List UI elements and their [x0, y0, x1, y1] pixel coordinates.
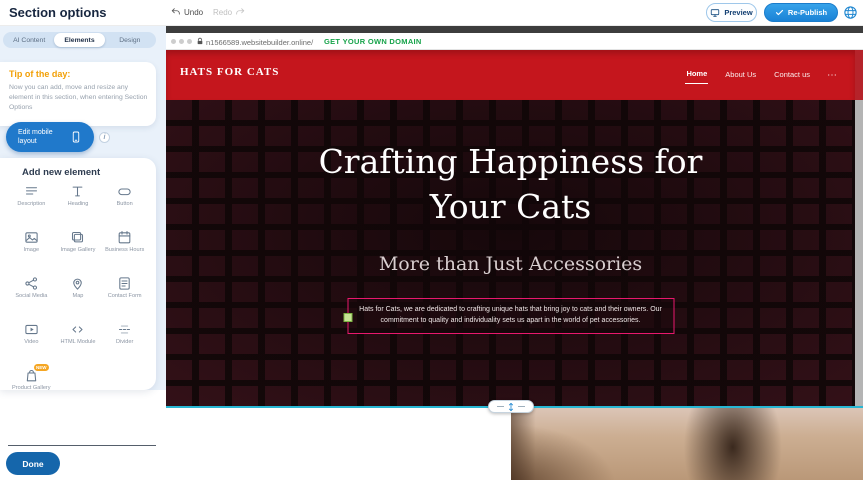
element-image[interactable]: Image: [8, 230, 55, 267]
nav-contact-us[interactable]: Contact us: [773, 67, 811, 84]
element-image-gallery[interactable]: Image Gallery: [55, 230, 102, 267]
preview-top-strip: [166, 26, 863, 33]
code-icon: [70, 322, 85, 337]
element-button[interactable]: Button: [101, 184, 148, 221]
hero-body-text: Hats for Cats, we are dedicated to craft…: [359, 306, 662, 324]
nav-more-button[interactable]: ⋯: [827, 70, 837, 81]
button-icon: [117, 184, 132, 199]
get-domain-link[interactable]: GET YOUR OWN DOMAIN: [324, 37, 422, 46]
business-hours-icon: [117, 230, 132, 245]
undo-button[interactable]: Undo: [171, 7, 203, 17]
preview-area: n1566589.websitebuilder.online/ GET YOUR…: [166, 26, 863, 480]
globe-icon[interactable]: [843, 5, 858, 20]
add-element-title: Add new element: [22, 167, 100, 178]
element-html-module[interactable]: HTML Module: [55, 322, 102, 359]
scrollbar-thumb[interactable]: [855, 50, 863, 100]
element-resize-handle[interactable]: [343, 313, 352, 322]
element-business-hours[interactable]: Business Hours: [101, 230, 148, 267]
description-icon: [24, 184, 39, 199]
undo-label: Undo: [184, 8, 203, 17]
edit-mobile-label: Edit mobile layout: [18, 128, 64, 146]
page-title: Section options: [9, 5, 107, 20]
sidebar: AI Content Elements Design Tip of the da…: [0, 26, 166, 480]
phone-icon: [70, 129, 82, 145]
edit-mobile-layout-button[interactable]: Edit mobile layout: [6, 122, 94, 152]
sidebar-tabs: AI Content Elements Design: [3, 32, 156, 48]
element-grid: Description Heading Button Image Image G…: [8, 184, 148, 405]
lock-icon: [196, 37, 204, 46]
site-preview: HATS FOR CATS Home About Us Contact us ⋯…: [166, 50, 855, 406]
nav-home[interactable]: Home: [685, 66, 708, 84]
contact-form-icon: [117, 276, 132, 291]
info-icon[interactable]: i: [99, 132, 110, 143]
site-nav: Home About Us Contact us ⋯: [685, 50, 837, 100]
up-down-arrows-icon: [507, 402, 515, 412]
cat-photo: [511, 407, 863, 480]
check-icon: [775, 8, 784, 17]
hero-headline[interactable]: Crafting Happiness for Your Cats: [311, 140, 711, 229]
preview-scrollbar[interactable]: [855, 50, 863, 406]
social-media-icon: [24, 276, 39, 291]
video-icon: [24, 322, 39, 337]
hero-subtitle[interactable]: More than Just Accessories: [311, 253, 711, 275]
new-badge: NEW: [34, 364, 49, 371]
dash: [497, 406, 504, 407]
image-gallery-icon: [70, 230, 85, 245]
site-logo[interactable]: HATS FOR CATS: [180, 66, 279, 78]
section-resize-handle[interactable]: [488, 400, 534, 413]
hero-text-box[interactable]: Hats for Cats, we are dedicated to craft…: [347, 298, 674, 334]
undo-icon: [171, 7, 181, 17]
sidebar-divider: [8, 445, 156, 446]
top-bar: Section options Undo Redo Preview Re-Pub…: [0, 0, 863, 26]
site-url: n1566589.websitebuilder.online/: [206, 38, 313, 47]
redo-icon: [235, 7, 245, 17]
element-social-media[interactable]: Social Media: [8, 276, 55, 313]
preview-button[interactable]: Preview: [706, 3, 757, 22]
add-element-panel: Add new element Description Heading Butt…: [0, 158, 156, 390]
heading-icon: [70, 184, 85, 199]
browser-dot: [171, 39, 176, 44]
preview-label: Preview: [724, 8, 752, 17]
tab-design[interactable]: Design: [105, 33, 155, 47]
divider-icon: [117, 322, 132, 337]
monitor-icon: [710, 8, 720, 18]
tip-body: Now you can add, move and resize any ele…: [9, 83, 149, 114]
republish-label: Re-Publish: [788, 8, 827, 17]
tip-of-the-day-card: Tip of the day: Now you can add, move an…: [0, 62, 156, 126]
element-description[interactable]: Description: [8, 184, 55, 221]
next-section: [166, 407, 863, 480]
map-pin-icon: [70, 276, 85, 291]
browser-dot: [187, 39, 192, 44]
element-product-gallery[interactable]: NEW Product Gallery: [8, 368, 55, 405]
republish-button[interactable]: Re-Publish: [764, 3, 838, 22]
element-divider[interactable]: Divider: [101, 322, 148, 359]
browser-dot: [179, 39, 184, 44]
redo-button[interactable]: Redo: [213, 7, 245, 17]
image-icon: [24, 230, 39, 245]
element-map[interactable]: Map: [55, 276, 102, 313]
hero-section: Crafting Happiness for Your Cats More th…: [166, 100, 855, 406]
nav-about-us[interactable]: About Us: [724, 67, 757, 84]
app-window: Section options Undo Redo Preview Re-Pub…: [0, 0, 863, 480]
tab-ai-content[interactable]: AI Content: [4, 33, 54, 47]
element-contact-form[interactable]: Contact Form: [101, 276, 148, 313]
tab-elements[interactable]: Elements: [54, 33, 104, 47]
element-heading[interactable]: Heading: [55, 184, 102, 221]
site-header: HATS FOR CATS Home About Us Contact us ⋯: [166, 50, 855, 100]
done-button[interactable]: Done: [6, 452, 60, 475]
redo-label: Redo: [213, 8, 232, 17]
element-video[interactable]: Video: [8, 322, 55, 359]
browser-bar: n1566589.websitebuilder.online/ GET YOUR…: [166, 33, 863, 50]
dash: [518, 406, 525, 407]
tip-title: Tip of the day:: [9, 69, 70, 79]
